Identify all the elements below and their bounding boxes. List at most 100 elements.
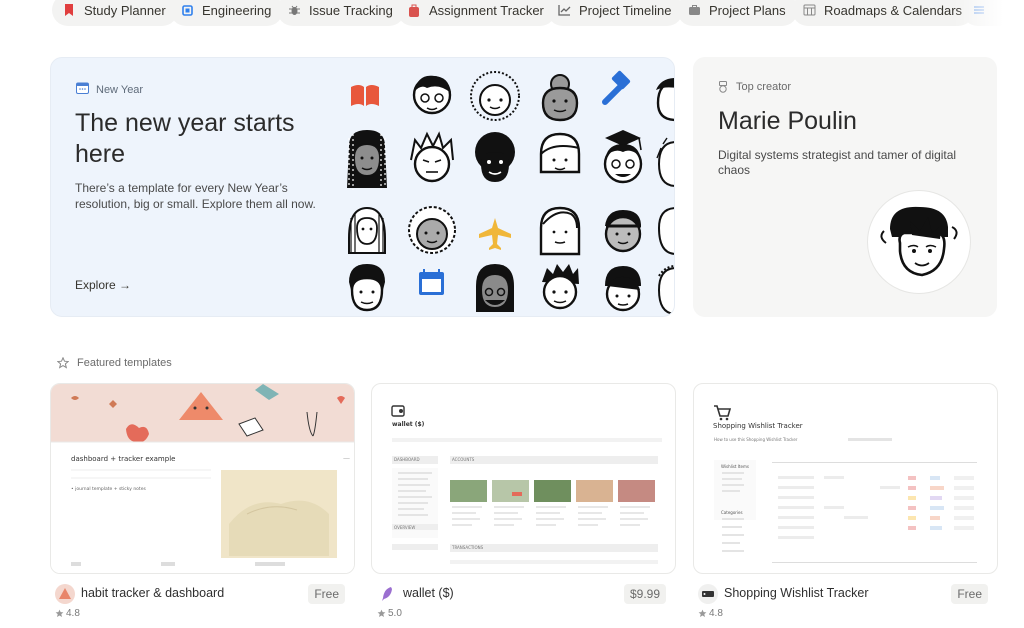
habit-icon: [55, 584, 75, 604]
chip-roadmaps-calendars[interactable]: Roadmaps & Calendars: [792, 0, 975, 26]
preview-section: DASHBOARD: [394, 457, 420, 462]
face-12: [408, 206, 456, 254]
template-footer-habit: habit tracker & dashboard Free 4.8: [55, 584, 345, 624]
rating: 5.0: [377, 608, 402, 619]
face-9: [603, 130, 643, 184]
template-card-habit-tracker[interactable]: — dashboard + tracker example • journal …: [50, 383, 355, 574]
template-title[interactable]: habit tracker & dashboard: [81, 586, 224, 600]
plane-icon: [479, 218, 511, 250]
calendar-icon: [76, 82, 89, 97]
star-icon: [55, 609, 64, 617]
book-icon: [351, 85, 379, 106]
preview-line: • journal template + sticky notes: [71, 487, 146, 492]
chip-icon: [180, 3, 194, 17]
template-footer-wallet: wallet ($) $9.99 5.0: [377, 584, 666, 624]
face-18: [542, 264, 579, 310]
new-year-banner[interactable]: New Year The new year starts here There’…: [50, 57, 675, 317]
explore-link[interactable]: Explore →: [75, 278, 131, 292]
creator-name[interactable]: Marie Poulin: [718, 107, 857, 136]
creator-bio: Digital systems strategist and tamer of …: [718, 148, 957, 177]
top-creator-card[interactable]: Top creator Marie Poulin Digital systems…: [693, 57, 997, 317]
hammer-icon: [602, 70, 631, 105]
wishlist-preview: [714, 405, 977, 563]
face-17: [476, 264, 514, 312]
star-outline-icon: [57, 357, 69, 369]
chip-label: Engineering: [202, 2, 272, 18]
template-footer-wishlist: Shopping Wishlist Tracker Free 4.8: [698, 584, 988, 624]
chip-project-plans[interactable]: Project Plans: [677, 0, 798, 26]
svg-text:—: —: [343, 454, 350, 462]
rating-value: 4.8: [66, 608, 80, 619]
face-7: [475, 132, 515, 182]
face-2: [470, 71, 520, 121]
chip-study-planner[interactable]: Study Planner: [52, 0, 178, 26]
price-badge: Free: [951, 584, 988, 604]
hero-title: The new year starts here: [75, 109, 295, 168]
chip-project-timeline[interactable]: Project Timeline: [547, 0, 684, 26]
chip-label: Study Planner: [84, 2, 166, 18]
habit-tracker-preview: —: [51, 384, 354, 573]
featured-templates-heading: Featured templates: [57, 357, 172, 369]
chip-label: Roadmaps & Calendars: [824, 2, 963, 18]
star-icon: [698, 609, 707, 617]
face-20: [657, 265, 674, 315]
creator-eyebrow-label: Top creator: [736, 81, 792, 93]
face-4: [656, 78, 674, 122]
feather-icon: [377, 584, 397, 604]
chip-label: Project Plans: [709, 2, 786, 18]
backpack-icon: [407, 3, 421, 17]
chip-label: Project Timeline: [579, 2, 672, 18]
template-title[interactable]: Shopping Wishlist Tracker: [724, 586, 869, 600]
rating: 4.8: [698, 608, 723, 619]
rating-value: 5.0: [388, 608, 402, 619]
face-11: [348, 206, 386, 254]
preview-nav-item: Wishlist Items: [721, 464, 749, 469]
preview-section: ACCOUNTS: [452, 457, 475, 462]
creator-avatar[interactable]: [867, 190, 971, 294]
price-badge: $9.99: [623, 584, 666, 604]
faces-illustration: [347, 70, 674, 315]
chip-label: Assignment Tracker: [429, 2, 544, 18]
star-icon: [377, 609, 386, 617]
wallet-preview: [391, 405, 662, 564]
chip-assignment-tracker[interactable]: Assignment Tracker: [397, 0, 556, 26]
price-badge: Free: [308, 584, 345, 604]
medal-icon: [719, 81, 727, 93]
chart-icon: [557, 3, 571, 17]
preview-subline: How to use this Shopping Wishlist Tracke…: [714, 437, 798, 442]
chip-fade: [954, 0, 1024, 30]
bug-icon: [287, 3, 301, 17]
hero-eyebrow-label: New Year: [96, 83, 144, 96]
featured-label: Featured templates: [77, 357, 172, 369]
face-16: [349, 264, 385, 312]
chip-label: Issue Tracking: [309, 2, 393, 18]
category-chip-bar: Study Planner Engineering Issue Tracking…: [0, 0, 1024, 30]
tag-icon: [698, 584, 718, 604]
face-3: [541, 74, 579, 122]
face-15: [657, 207, 674, 255]
face-13: [539, 206, 581, 256]
face-19: [605, 266, 641, 312]
face-1: [412, 75, 452, 115]
face-5: [347, 130, 387, 190]
chip-issue-tracking[interactable]: Issue Tracking: [277, 0, 405, 26]
template-title[interactable]: wallet ($): [403, 586, 454, 600]
rating-value: 4.8: [709, 608, 723, 619]
briefcase-icon: [687, 3, 701, 17]
bookmark-icon: [62, 3, 76, 17]
face-8: [539, 132, 581, 174]
template-card-wallet[interactable]: wallet ($) DASHBOARD ACCOUNTS OVERVIEW T…: [371, 383, 676, 574]
preview-nav-item: Categories: [721, 510, 743, 515]
preview-heading: wallet ($): [392, 421, 425, 428]
preview-heading: Shopping Wishlist Tracker: [713, 422, 803, 430]
creator-eyebrow: Top creator: [718, 81, 791, 93]
rating: 4.8: [55, 608, 80, 619]
face-14: [604, 210, 642, 253]
chip-engineering[interactable]: Engineering: [170, 0, 284, 26]
template-card-shopping-wishlist[interactable]: Shopping Wishlist Tracker How to use thi…: [693, 383, 998, 574]
hero-eyebrow: New Year: [76, 82, 143, 97]
preview-section: TRANSACTIONS: [452, 545, 484, 550]
calendar-grid-icon: [802, 3, 816, 17]
face-6: [410, 131, 454, 183]
preview-heading: dashboard + tracker example: [71, 455, 176, 463]
